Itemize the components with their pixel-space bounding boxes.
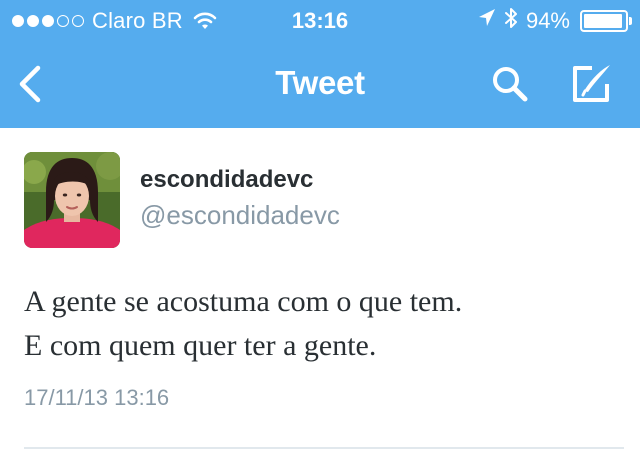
search-button[interactable] (490, 64, 530, 104)
top-bar: Claro BR 13:16 94% Tweet (0, 0, 640, 128)
divider (24, 447, 624, 449)
bluetooth-icon (504, 6, 518, 36)
display-name[interactable]: escondidadevc (140, 166, 313, 194)
profile-photo (24, 152, 120, 248)
battery-cap (629, 17, 632, 25)
battery-icon (580, 10, 632, 32)
tweet-text-line: A gente se acostuma com o que tem. (24, 285, 463, 318)
user-handle[interactable]: @escondidadevc (140, 200, 340, 231)
compose-button[interactable] (570, 62, 614, 106)
tweet-text: A gente se acostuma com o que tem. E com… (24, 280, 624, 368)
battery-percentage: 94% (525, 8, 570, 33)
search-icon (493, 67, 528, 102)
page-title: Tweet (275, 64, 365, 101)
navigation-bar: Tweet (0, 40, 640, 128)
status-right: 94% (478, 6, 632, 36)
status-bar: Claro BR 13:16 94% (0, 0, 640, 40)
compose-icon (573, 65, 610, 102)
battery-level (584, 14, 622, 28)
tweet-detail: escondidadevc @escondidadevc A gente se … (0, 128, 640, 450)
tweet-text-line: E com quem quer ter a gente. (24, 329, 377, 362)
location-arrow-icon (478, 8, 496, 34)
tweet-timestamp: 17/11/13 13:16 (24, 385, 170, 410)
avatar[interactable] (24, 152, 120, 248)
